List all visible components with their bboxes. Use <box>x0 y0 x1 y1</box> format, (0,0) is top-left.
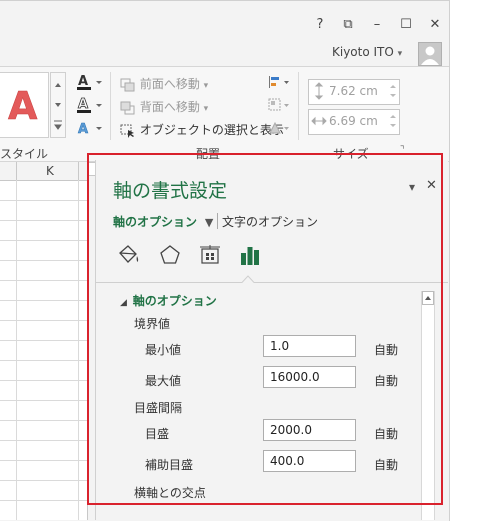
close-window-button[interactable]: ✕ <box>426 17 444 32</box>
selection-pane-label: オブジェクトの選択と表示 <box>139 123 284 137</box>
send-backward-label: 背面へ移動 <box>139 100 200 114</box>
maximize-button[interactable]: ☐ <box>397 17 415 32</box>
ribbon-separator <box>110 72 111 140</box>
help-button[interactable]: ? <box>311 17 329 32</box>
height-icon <box>314 82 324 100</box>
text-outline-icon: A <box>77 97 102 113</box>
text-fill-icon: A <box>77 74 102 90</box>
rotate-icon <box>269 121 289 134</box>
user-silhouette-icon <box>421 46 439 65</box>
selection-pane-icon <box>120 124 134 138</box>
gallery-arrows-icon <box>54 83 62 130</box>
highlight-annotation-box <box>87 153 443 505</box>
svg-text:A: A <box>78 97 88 112</box>
column-header-row: K <box>0 162 87 181</box>
bring-forward-label: 前面へ移動 <box>139 77 200 91</box>
bring-forward-dropdown-icon: ▾ <box>203 81 209 91</box>
grid-lines <box>0 180 87 520</box>
width-icon <box>311 116 327 126</box>
worksheet-area[interactable]: K <box>0 162 87 520</box>
bring-forward-icon <box>120 78 135 91</box>
wordart-gallery-scroll[interactable] <box>50 72 66 138</box>
group-button[interactable] <box>267 97 291 116</box>
group-label-wordart-styles: スタイル <box>0 147 49 161</box>
text-effects-icon: A <box>78 122 102 137</box>
align-icon <box>269 76 289 88</box>
group-objects-icon <box>268 98 289 111</box>
user-account[interactable]: Kiyoto ITO ▾ <box>332 45 402 59</box>
text-outline-button[interactable]: A <box>76 96 104 117</box>
send-backward-dropdown-icon: ▾ <box>203 104 209 114</box>
svg-text:A: A <box>8 84 38 128</box>
rotate-button[interactable] <box>267 120 291 139</box>
shape-height-spinner[interactable]: 7.62 cm <box>308 79 400 105</box>
user-dropdown-icon: ▾ <box>397 49 403 59</box>
spinner-arrows-icon <box>390 85 396 97</box>
align-button[interactable] <box>267 74 291 93</box>
shape-width-spinner[interactable]: 6.69 cm <box>308 109 400 135</box>
avatar[interactable] <box>418 42 442 66</box>
minimize-button[interactable]: – <box>368 17 386 32</box>
send-backward-icon <box>120 101 135 114</box>
svg-text:A: A <box>78 122 88 137</box>
text-fill-button[interactable]: A <box>76 73 104 94</box>
wordart-a-icon: A <box>8 84 39 129</box>
selection-pane-button[interactable]: オブジェクトの選択と表示 <box>120 121 284 138</box>
bring-forward-button[interactable]: 前面へ移動 ▾ <box>120 75 208 92</box>
text-effects-button[interactable]: A <box>76 119 104 140</box>
shape-width-value: 6.69 cm <box>329 114 378 128</box>
column-header-k[interactable]: K <box>46 164 54 178</box>
wordart-style-gallery[interactable]: A <box>0 72 49 138</box>
column-divider <box>78 162 79 180</box>
send-backward-button[interactable]: 背面へ移動 ▾ <box>120 98 208 115</box>
ribbon-display-options-button[interactable]: ⧉ <box>339 17 357 32</box>
column-divider <box>16 162 17 180</box>
svg-text:A: A <box>78 74 88 89</box>
shape-height-value: 7.62 cm <box>329 84 378 98</box>
spinner-arrows-icon <box>390 115 396 127</box>
user-name: Kiyoto ITO <box>332 45 394 59</box>
ribbon-separator <box>298 72 299 140</box>
